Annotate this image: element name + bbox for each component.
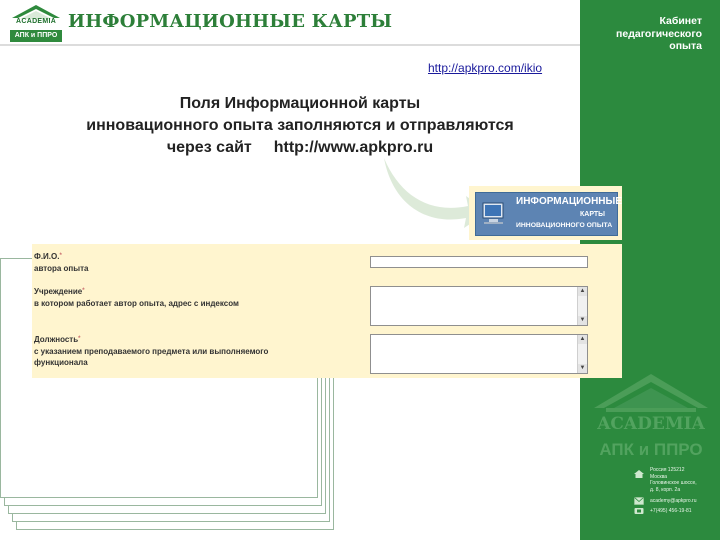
field-label-text: Учреждение (34, 287, 83, 296)
field-label-text: Ф.И.О. (34, 252, 60, 261)
logo-subtitle: АПК и ППРО (10, 30, 62, 42)
info-card-form: Ф.И.О.* автора опыта Учреждение* в котор… (32, 244, 622, 378)
position-textarea[interactable]: ▲ ▼ (370, 334, 588, 374)
sidebar-title-line: опыта (669, 40, 702, 52)
field-label-institution: Учреждение* в котором работает автор опы… (34, 286, 239, 309)
phone-number: +7(495) 456-19-81 (650, 508, 692, 514)
banner-caption: ИННОВАЦИОННОГО ОПЫТА (516, 222, 613, 229)
banner-panel: ИНФОРМАЦИОННЫЕ КАРТЫ ИННОВАЦИОННОГО ОПЫТ… (475, 192, 622, 236)
info-cards-banner[interactable]: ИНФОРМАЦИОННЫЕ КАРТЫ ИННОВАЦИОННОГО ОПЫТ… (469, 186, 622, 240)
house-roof-icon (12, 5, 60, 30)
required-mark: * (59, 253, 62, 259)
field-sublabel: в котором работает автор опыта, адрес с … (34, 298, 239, 308)
monitor-icon (482, 202, 504, 224)
field-label-fio: Ф.И.О.* автора опыта (34, 251, 88, 274)
scroll-up-icon[interactable]: ▲ (578, 335, 587, 344)
sidebar-logo-academia: ACADEMIA (597, 414, 705, 434)
headline-site-url: http://www.apkpro.ru (273, 139, 434, 156)
academia-logo[interactable]: ACADEMIA АПК и ППРО (10, 4, 62, 42)
sidebar-title: Кабинет педагогического опыта (592, 15, 702, 53)
header: ACADEMIA АПК и ППРО ИНФОРМАЦИОННЫЕ КАРТЫ (0, 0, 580, 44)
field-label-position: Должность* с указанием преподаваемого пр… (34, 334, 268, 369)
field-label-text: Должность (34, 335, 79, 344)
scroll-down-icon[interactable]: ▼ (578, 316, 587, 325)
address: Россия 125212 Москва Головинское шоссе, … (650, 467, 716, 493)
scroll-down-icon[interactable]: ▼ (578, 364, 587, 373)
logo-academia-text: ACADEMIA (16, 18, 57, 25)
institution-textarea[interactable]: ▲ ▼ (370, 286, 588, 326)
sidebar-title-line: Кабинет (659, 15, 702, 27)
ikio-link[interactable]: http://apkpro.com/ikio (428, 61, 542, 75)
fio-input[interactable] (370, 256, 588, 268)
field-sublabel: функционала (34, 358, 88, 367)
field-sublabel: автора опыта (34, 263, 89, 273)
institution-scrollbar[interactable]: ▲ ▼ (577, 287, 587, 325)
scroll-up-icon[interactable]: ▲ (578, 287, 587, 296)
email-link[interactable]: academy@apkpro.ru (650, 498, 716, 505)
required-mark: * (78, 336, 81, 342)
phone-icon (634, 508, 644, 514)
field-sublabel: с указанием преподаваемого предмета или … (34, 346, 269, 356)
headline-line-2: инновационного опыта заполняются и отпра… (86, 117, 514, 134)
banner-subtitle: КАРТЫ (580, 211, 606, 218)
headline: Поля Информационной карты инновационного… (30, 93, 570, 159)
headline-line-1: Поля Информационной карты (179, 95, 421, 112)
header-divider (0, 44, 580, 46)
address-line: д. 8, корп. 2а (650, 486, 681, 493)
position-scrollbar[interactable]: ▲ ▼ (577, 335, 587, 373)
home-icon (634, 470, 644, 478)
page-title: ИНФОРМАЦИОННЫЕ КАРТЫ (68, 11, 393, 32)
headline-line-3-text: через сайт (166, 139, 252, 156)
required-mark: * (82, 288, 85, 294)
sidebar-logo-subtitle: АПК и ППРО (599, 440, 703, 459)
mail-icon (634, 497, 644, 505)
sidebar-title-line: педагогического (616, 27, 702, 40)
banner-title: ИНФОРМАЦИОННЫЕ (516, 196, 622, 207)
